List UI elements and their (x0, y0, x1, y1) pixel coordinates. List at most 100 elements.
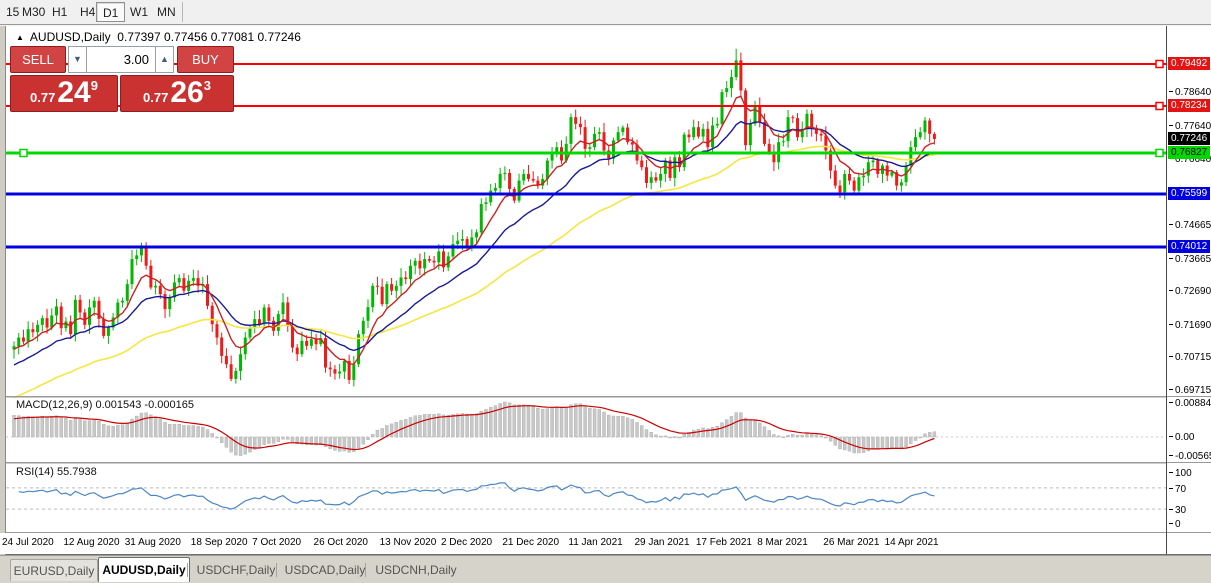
price-axis[interactable]: 0.786400.776400.766400.746650.736650.726… (1166, 26, 1211, 554)
candle-body (296, 348, 299, 355)
macd-histogram-bar (588, 408, 591, 437)
candle-body (390, 284, 393, 291)
tick-mark-icon (1169, 436, 1173, 437)
price-axis-tick: 0.70715 (1169, 352, 1211, 363)
tab-usdcnh[interactable]: USDCNH,Daily (371, 559, 461, 581)
line-handle-icon[interactable] (1156, 102, 1163, 109)
macd-histogram-bar (466, 414, 469, 437)
chevron-down-icon: ▼ (73, 54, 82, 64)
macd-histogram-bar (414, 416, 417, 437)
date-axis-label: 7 Oct 2020 (252, 537, 301, 548)
candle-body (857, 177, 860, 190)
candle-body (329, 368, 332, 370)
candle-body (395, 286, 398, 291)
ohlc-open: 0.77397 (117, 30, 160, 44)
axis-separator (1167, 462, 1211, 463)
tab-eurusd[interactable]: EURUSD,Daily (10, 559, 98, 581)
candle-body (145, 246, 148, 266)
timeframe-button-w1[interactable]: W1 (124, 2, 154, 22)
macd-histogram-bar (508, 403, 511, 437)
candle-body (475, 232, 478, 237)
macd-histogram-bar (159, 419, 162, 437)
candle-body (22, 338, 25, 342)
candle-body (872, 161, 875, 163)
price-level-badge: 0.76827 (1168, 146, 1210, 159)
candle-body (315, 339, 318, 344)
candle-body (211, 306, 214, 324)
tab-audusd[interactable]: AUDUSD,Daily (98, 557, 190, 582)
candle-body (569, 117, 572, 144)
panel-separator[interactable] (6, 462, 1166, 464)
candle-body (310, 339, 313, 346)
candle-body (74, 300, 77, 334)
macd-histogram-bar (872, 437, 875, 449)
candle-body (692, 127, 695, 137)
date-axis-label: 18 Sep 2020 (191, 537, 248, 548)
macd-histogram-bar (395, 422, 398, 437)
tab-usdchf[interactable]: USDCHF,Daily (193, 559, 279, 581)
macd-histogram-bar (909, 437, 912, 444)
tab-separator (187, 563, 188, 577)
macd-histogram-bar (88, 420, 91, 437)
candle-body (730, 77, 733, 88)
macd-histogram-bar (876, 437, 879, 449)
macd-histogram-bar (36, 417, 39, 437)
volume-input[interactable]: 3.00 (87, 46, 155, 73)
candle-body (683, 135, 686, 168)
macd-histogram-bar (839, 437, 842, 449)
volume-increase-button[interactable]: ▲ (155, 46, 174, 73)
candle-body (508, 173, 511, 189)
macd-histogram-bar (371, 434, 374, 437)
triangle-up-icon: ▲ (16, 33, 24, 42)
candle-body (423, 259, 426, 268)
candle-body (782, 141, 785, 142)
candle-body (522, 174, 525, 181)
macd-histogram-bar (796, 435, 799, 437)
candle-body (900, 182, 903, 185)
macd-axis-tick: 0.00884 (1169, 398, 1211, 409)
macd-histogram-bar (239, 437, 242, 456)
axis-separator (1167, 532, 1211, 533)
candle-body (598, 132, 601, 134)
line-handle-icon[interactable] (20, 149, 27, 156)
macd-histogram-bar (50, 417, 53, 437)
candle-body (555, 147, 558, 152)
timeframe-button-mn[interactable]: MN (151, 2, 182, 22)
date-axis[interactable]: 24 Jul 202012 Aug 202031 Aug 202018 Sep … (0, 533, 1166, 554)
candle-body (234, 371, 237, 379)
macd-histogram-bar (532, 407, 535, 437)
sell-price-button[interactable]: 0.77 24 9 (10, 75, 118, 112)
timeframe-button-d1[interactable]: D1 (96, 2, 125, 22)
macd-histogram-bar (348, 437, 351, 452)
sell-button[interactable]: SELL (10, 46, 66, 73)
candle-body (494, 188, 497, 191)
candle-body (532, 179, 535, 181)
buy-price-button[interactable]: 0.77 26 3 (120, 75, 234, 112)
macd-histogram-bar (173, 424, 176, 437)
macd-histogram-bar (178, 424, 181, 437)
price-axis-tick: 0.78640 (1169, 87, 1211, 98)
line-handle-icon[interactable] (1156, 149, 1163, 156)
panel-separator[interactable] (6, 396, 1166, 398)
macd-histogram-bar (584, 406, 587, 437)
candle-body (928, 120, 931, 133)
timeframe-button-h1[interactable]: H1 (46, 2, 73, 22)
macd-histogram-bar (560, 408, 563, 437)
candle-body (456, 241, 459, 244)
candle-body (381, 287, 384, 304)
candle-body (914, 137, 917, 147)
volume-decrease-button[interactable]: ▼ (68, 46, 87, 73)
macd-histogram-bar (782, 437, 785, 438)
buy-button[interactable]: BUY (177, 46, 234, 73)
candle-body (820, 134, 823, 136)
tick-mark-icon (1169, 91, 1173, 92)
macd-histogram-bar (258, 437, 261, 448)
price-axis-tick: 0.77640 (1169, 121, 1211, 132)
candle-body (41, 318, 44, 325)
date-axis-label: 31 Aug 2020 (125, 537, 181, 548)
macd-histogram-bar (22, 417, 25, 437)
candle-body (503, 173, 506, 174)
tab-usdcad[interactable]: USDCAD,Daily (282, 559, 368, 581)
macd-histogram-bar (820, 436, 823, 437)
line-handle-icon[interactable] (1156, 60, 1163, 67)
